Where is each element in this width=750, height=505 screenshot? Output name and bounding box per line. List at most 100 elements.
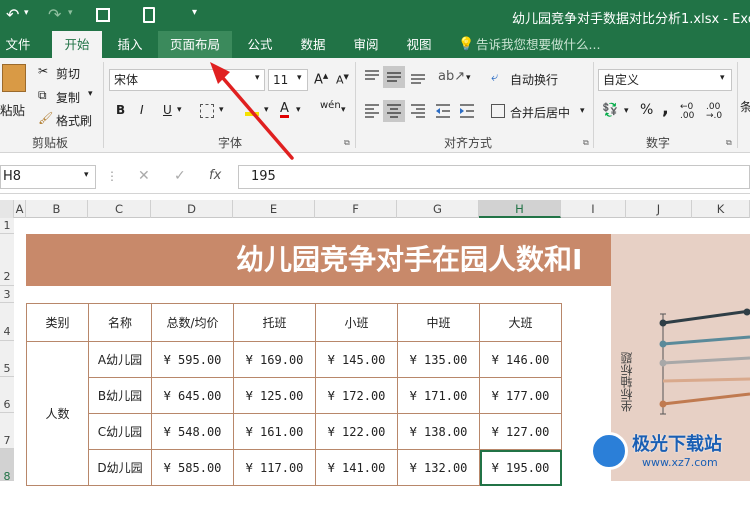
decrease-indent-icon[interactable] [434, 102, 452, 120]
column-header[interactable]: G [397, 200, 479, 218]
wrap-text-button[interactable]: 自动换行 [510, 71, 558, 88]
value-cell[interactable]: ¥ 135.00 [398, 342, 480, 378]
column-header[interactable]: F [315, 200, 397, 218]
name-box-dropdown-icon[interactable]: ▾ [84, 170, 89, 180]
name-cell[interactable]: C幼儿园 [89, 414, 152, 450]
redo-icon[interactable]: ↷ [48, 5, 61, 24]
value-cell[interactable]: ¥ 172.00 [316, 378, 398, 414]
number-format-combo[interactable]: 自定义 [598, 69, 732, 91]
column-header[interactable]: K [692, 200, 750, 218]
header-cell[interactable]: 中班 [398, 304, 480, 342]
column-header-selected[interactable]: H [479, 200, 561, 218]
row-header[interactable]: 2 [0, 234, 14, 286]
value-cell[interactable]: ¥ 548.00 [152, 414, 234, 450]
formula-input[interactable]: 195 [238, 165, 750, 189]
print-preview-icon[interactable] [143, 7, 155, 23]
series-marker[interactable] [660, 360, 667, 367]
alignment-dialog-launcher-icon[interactable]: ⧉ [583, 138, 589, 148]
phonetic-dropdown-icon[interactable]: ▾ [341, 105, 346, 115]
undo-dropdown-icon[interactable]: ▾ [24, 8, 29, 18]
cut-icon[interactable]: ✂ [38, 64, 48, 78]
column-header[interactable]: C [88, 200, 151, 218]
column-header[interactable]: E [233, 200, 315, 218]
value-cell[interactable]: ¥ 117.00 [234, 450, 316, 486]
value-cell[interactable]: ¥ 177.00 [480, 378, 562, 414]
redo-dropdown-icon[interactable]: ▾ [68, 8, 73, 18]
value-cell[interactable]: ¥ 125.00 [234, 378, 316, 414]
row-header[interactable]: 1 [0, 218, 14, 234]
tab-data[interactable]: 数据 [290, 31, 336, 58]
number-dialog-launcher-icon[interactable]: ⧉ [726, 138, 732, 148]
tab-review[interactable]: 审阅 [344, 31, 388, 58]
undo-icon[interactable]: ↶ [6, 5, 19, 24]
name-box[interactable]: H8 [0, 165, 96, 189]
header-cell[interactable]: 小班 [316, 304, 398, 342]
insert-function-icon[interactable]: fx [209, 168, 221, 183]
number-format-dropdown-icon[interactable]: ▾ [720, 73, 725, 83]
decrease-decimal-icon[interactable]: .00→.0 [706, 103, 722, 121]
row-header[interactable]: 4 [0, 303, 14, 341]
merge-center-button[interactable]: 合并后居中 [510, 104, 570, 121]
name-cell[interactable]: A幼儿园 [89, 342, 152, 378]
copy-icon[interactable]: ⧉ [38, 88, 47, 103]
tab-file[interactable]: 文件 [0, 31, 36, 58]
align-center-icon[interactable] [383, 100, 405, 122]
align-middle-icon[interactable] [383, 66, 405, 88]
format-painter-button[interactable]: 格式刷 [56, 112, 92, 129]
italic-button[interactable]: I [140, 103, 144, 117]
value-cell[interactable]: ¥ 132.00 [398, 450, 480, 486]
orientation-dropdown-icon[interactable]: ▾ [466, 73, 471, 83]
series-marker[interactable] [660, 401, 667, 408]
paste-icon[interactable] [2, 64, 26, 92]
value-cell[interactable]: ¥ 171.00 [398, 378, 480, 414]
value-cell[interactable]: ¥ 138.00 [398, 414, 480, 450]
tell-me-search[interactable]: 告诉我您想要做什么... [476, 31, 606, 58]
increase-indent-icon[interactable] [458, 102, 476, 120]
selected-cell[interactable]: ¥ 195.00 [480, 450, 562, 486]
bold-button[interactable]: B [116, 103, 125, 117]
tab-insert[interactable]: 插入 [108, 31, 152, 58]
value-cell[interactable]: ¥ 595.00 [152, 342, 234, 378]
tab-formulas[interactable]: 公式 [238, 31, 282, 58]
column-header[interactable]: B [26, 200, 88, 218]
currency-icon[interactable]: 💱 [602, 103, 618, 118]
comma-button[interactable]: , [662, 98, 669, 119]
tab-view[interactable]: 视图 [396, 31, 442, 58]
column-header[interactable]: D [151, 200, 233, 218]
wrap-text-icon[interactable]: ⤶ [491, 70, 498, 85]
customize-qat-icon[interactable]: ▾ [192, 7, 197, 18]
conditional-format-partial[interactable]: 条 [740, 98, 750, 115]
row-header[interactable]: 6 [0, 377, 14, 413]
row-header[interactable]: 5 [0, 341, 14, 377]
value-cell[interactable]: ¥ 169.00 [234, 342, 316, 378]
row-header[interactable]: 7 [0, 413, 14, 449]
copy-dropdown-icon[interactable]: ▾ [88, 89, 93, 99]
tab-page-layout[interactable]: 页面布局 [158, 31, 232, 58]
header-cell[interactable]: 类别 [27, 304, 89, 342]
value-cell[interactable]: ¥ 146.00 [480, 342, 562, 378]
header-cell[interactable]: 名称 [89, 304, 152, 342]
header-cell[interactable]: 托班 [234, 304, 316, 342]
row-header-selected[interactable]: 8 [0, 449, 14, 481]
phonetic-icon[interactable]: wén [320, 100, 341, 111]
series-line[interactable] [663, 337, 750, 344]
align-top-icon[interactable] [363, 68, 381, 86]
value-cell[interactable]: ¥ 145.00 [316, 342, 398, 378]
series-line[interactable] [663, 311, 750, 323]
format-painter-icon[interactable]: 🖌 [38, 111, 53, 125]
column-header[interactable]: A [14, 200, 26, 218]
row-header[interactable]: 3 [0, 286, 14, 303]
series-line[interactable] [663, 394, 750, 404]
underline-dropdown-icon[interactable]: ▾ [177, 105, 182, 115]
header-cell[interactable]: 大班 [480, 304, 562, 342]
series-marker[interactable] [660, 320, 667, 327]
align-left-icon[interactable] [363, 102, 381, 120]
align-bottom-icon[interactable] [409, 68, 427, 86]
value-cell[interactable]: ¥ 161.00 [234, 414, 316, 450]
value-cell[interactable]: ¥ 122.00 [316, 414, 398, 450]
align-right-icon[interactable] [409, 102, 427, 120]
merge-center-icon[interactable] [491, 104, 505, 118]
column-header[interactable]: J [626, 200, 692, 218]
cancel-edit-icon[interactable]: ✕ [138, 168, 150, 184]
series-marker[interactable] [660, 341, 667, 348]
